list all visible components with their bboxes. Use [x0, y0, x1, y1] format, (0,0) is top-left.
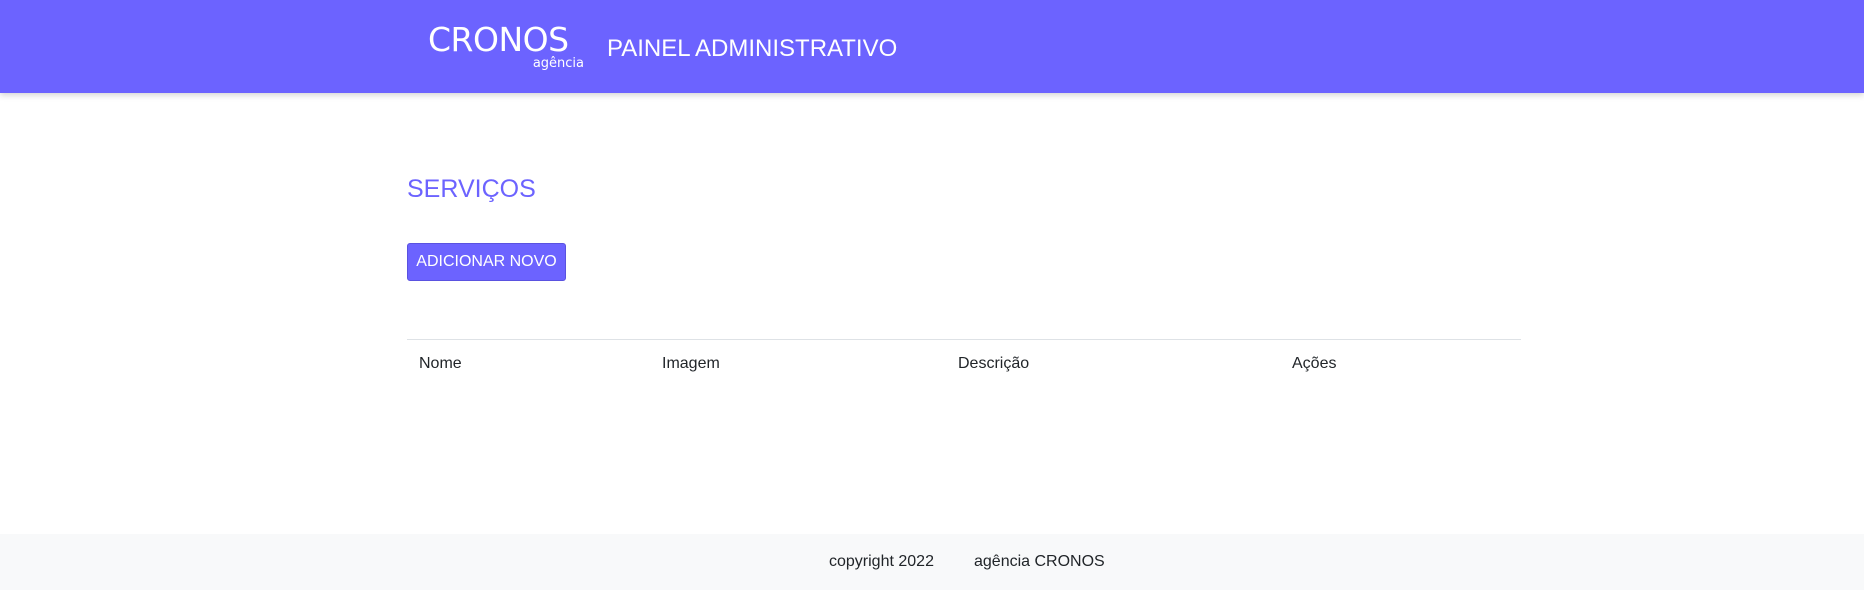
footer-company: agência CRONOS	[974, 553, 1105, 570]
footer-copyright: copyright 2022	[829, 553, 934, 570]
panel-title: PAINEL ADMINISTRATIVO	[607, 35, 898, 62]
column-header-name: Nome	[419, 355, 462, 372]
table-header-divider	[407, 339, 1521, 340]
top-navbar: CRONOS agência PAINEL ADMINISTRATIVO	[0, 0, 1864, 93]
add-new-button[interactable]: ADICIONAR NOVO	[407, 243, 566, 281]
logo-sub-text: agência	[532, 56, 584, 71]
column-header-image: Imagem	[662, 355, 720, 372]
page-title: SERVIÇOS	[407, 175, 536, 203]
column-header-actions: Ações	[1292, 355, 1337, 372]
column-header-description: Descrição	[958, 355, 1030, 372]
page-footer: copyright 2022 agência CRONOS	[0, 534, 1864, 590]
logo-main-text: CRONOS	[428, 20, 569, 59]
brand-logo[interactable]: CRONOS agência	[428, 20, 588, 72]
